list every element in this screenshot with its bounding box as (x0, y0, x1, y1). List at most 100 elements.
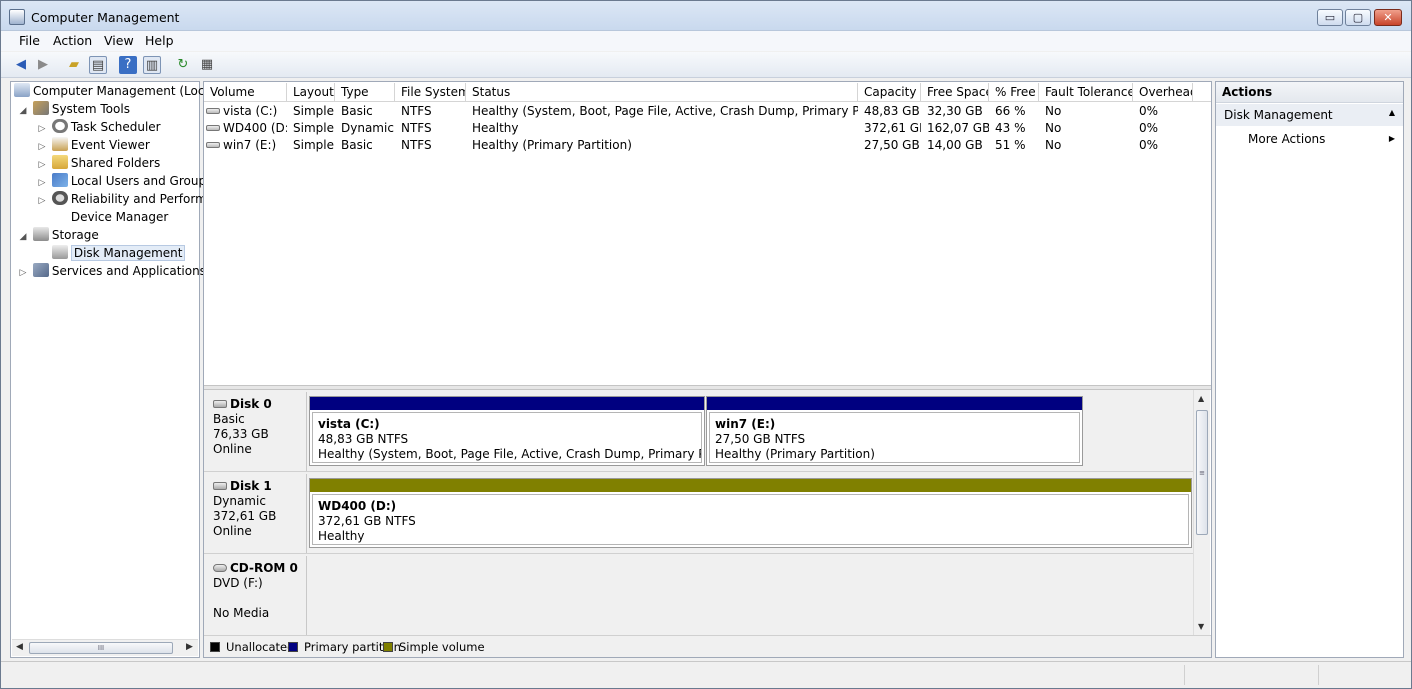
tree-item-system-tools[interactable]: ◢ System Tools (17, 101, 130, 118)
partition-area: WD400 (D:) 372,61 GB NTFS Healthy (308, 474, 1194, 553)
refresh-icon[interactable]: ↻ (174, 56, 192, 74)
navigation-tree: Computer Management (Local ◢ System Tool… (10, 81, 215, 658)
overhead-cell: 0% (1139, 104, 1159, 118)
partition-color-bar (310, 397, 704, 410)
tree-item-services-applications[interactable]: ▷ Services and Applications (17, 263, 206, 280)
column-percent-free[interactable]: % Free (989, 83, 1039, 102)
minimize-button[interactable]: ▭ (1317, 9, 1343, 26)
capacity-cell: 48,83 GB (864, 104, 920, 118)
partition-win7[interactable]: win7 (E:) 27,50 GB NTFS Healthy (Primary… (706, 396, 1083, 466)
scroll-right-arrow-icon[interactable]: ▶ (186, 642, 193, 652)
expand-glyph[interactable]: ▷ (36, 193, 48, 210)
disk-label[interactable]: Disk 1 Dynamic 372,61 GB Online (204, 474, 307, 553)
column-capacity[interactable]: Capacity (858, 83, 921, 102)
legend-swatch (288, 642, 298, 652)
menu-action[interactable]: Action (53, 33, 92, 48)
forward-arrow-icon[interactable]: ▶ (34, 56, 52, 74)
column-layout[interactable]: Layout (287, 83, 335, 102)
partition-status: Healthy (Primary Partition) (715, 447, 875, 461)
tree-item-event-viewer[interactable]: ▷ Event Viewer (36, 137, 150, 154)
tree-item-storage[interactable]: ◢ Storage (17, 227, 99, 244)
column-status[interactable]: Status (466, 83, 858, 102)
disk-type: Dynamic (213, 494, 266, 508)
tree-item-shared-folders[interactable]: ▷ Shared Folders (36, 155, 160, 172)
actions-section-disk-management[interactable]: Disk Management ▲ (1216, 104, 1403, 126)
menu-file[interactable]: File (19, 33, 40, 48)
window-title: Computer Management (31, 10, 180, 25)
collapse-glyph[interactable]: ◢ (17, 229, 29, 246)
disk-row: Disk 1 Dynamic 372,61 GB Online WD400 (D… (204, 474, 1194, 554)
status-panel (1318, 665, 1411, 685)
partition-name: vista (C:) (318, 417, 380, 431)
column-volume[interactable]: Volume (204, 83, 287, 102)
graph-vertical-scrollbar[interactable]: ▲ ≡ ▼ (1193, 390, 1210, 635)
up-folder-icon[interactable]: ▰ (65, 56, 83, 74)
show-hide-tree-icon[interactable]: ▤ (89, 56, 107, 74)
tree-item-disk-management[interactable]: Disk Management (36, 245, 186, 262)
close-button[interactable]: ✕ (1374, 9, 1402, 26)
volume-cell: WD400 (D:) (204, 120, 287, 137)
users-icon (51, 173, 68, 187)
layout-cell: Simple (293, 104, 334, 118)
partition-color-bar (310, 479, 1191, 492)
expand-glyph[interactable]: ▷ (17, 265, 29, 282)
partition-size: 48,83 GB NTFS (318, 432, 409, 446)
partition-area: vista (C:) 48,83 GB NTFS Healthy (System… (308, 392, 1088, 471)
volume-row[interactable]: vista (C:) Simple Basic NTFS Healthy (Sy… (204, 103, 1211, 120)
collapse-glyph[interactable]: ◢ (17, 103, 29, 120)
partition-wd400[interactable]: WD400 (D:) 372,61 GB NTFS Healthy (309, 478, 1192, 548)
disk-graphical-view: Disk 0 Basic 76,33 GB Online vista (C:) … (204, 390, 1194, 635)
actions-pane: Actions Disk Management ▲ More Actions ▶ (1215, 81, 1404, 658)
clock-icon (51, 119, 68, 133)
menu-help[interactable]: Help (145, 33, 174, 48)
more-actions-item[interactable]: More Actions (1248, 132, 1325, 146)
collapse-arrow-icon[interactable]: ▲ (1389, 108, 1395, 117)
expand-glyph[interactable]: ▷ (36, 121, 48, 138)
title-bar[interactable]: Computer Management ▭ ▢ ✕ (1, 1, 1411, 31)
free-space-cell: 32,30 GB (927, 104, 983, 118)
overhead-cell: 0% (1139, 138, 1159, 152)
capacity-cell: 27,50 GB (864, 138, 920, 152)
menu-view[interactable]: View (104, 33, 134, 48)
expand-glyph[interactable]: ▷ (36, 139, 48, 156)
expand-glyph[interactable]: ▷ (36, 157, 48, 174)
disk-label[interactable]: Disk 0 Basic 76,33 GB Online (204, 392, 307, 471)
percent-free-cell: 66 % (995, 104, 1026, 118)
disk-label[interactable]: CD-ROM 0 DVD (F:) No Media (204, 556, 307, 635)
hard-disk-icon (213, 482, 227, 490)
column-fault-tolerance[interactable]: Fault Tolerance (1039, 83, 1133, 102)
expand-glyph[interactable]: ▷ (36, 175, 48, 192)
column-overhead[interactable]: Overhead (1133, 83, 1193, 102)
partition-vista[interactable]: vista (C:) 48,83 GB NTFS Healthy (System… (309, 396, 705, 466)
back-arrow-icon[interactable]: ◀ (12, 56, 30, 74)
properties-icon[interactable]: ▦ (198, 56, 216, 74)
maximize-button[interactable]: ▢ (1345, 9, 1371, 26)
status-cell: Healthy (System, Boot, Page File, Active… (472, 104, 858, 118)
scroll-thumb[interactable]: ≡ (1196, 410, 1208, 535)
partition-name: WD400 (D:) (318, 499, 397, 513)
show-hide-action-pane-icon[interactable]: ▥ (143, 56, 161, 74)
file-system-cell: NTFS (401, 121, 432, 135)
column-file-system[interactable]: File System (395, 83, 466, 102)
column-type[interactable]: Type (335, 83, 395, 102)
tree-item-reliability-performance[interactable]: ▷ Reliability and Performa (36, 191, 214, 208)
help-icon[interactable]: ? (119, 56, 137, 74)
scroll-down-arrow-icon[interactable]: ▼ (1198, 622, 1204, 631)
tree-item-device-manager[interactable]: Device Manager (36, 209, 168, 226)
legend-unallocated: Unallocated (210, 641, 294, 653)
partition-size: 27,50 GB NTFS (715, 432, 806, 446)
tree-root[interactable]: Computer Management (Local (14, 83, 215, 100)
scroll-thumb[interactable]: III (29, 642, 173, 654)
tree-item-task-scheduler[interactable]: ▷ Task Scheduler (36, 119, 161, 136)
column-free-space[interactable]: Free Space (921, 83, 989, 102)
disk-type: DVD (F:) (213, 576, 263, 590)
tree-item-local-users-groups[interactable]: ▷ Local Users and Groups (36, 173, 212, 190)
scroll-up-arrow-icon[interactable]: ▲ (1198, 394, 1204, 403)
tree-horizontal-scrollbar[interactable]: ◀ III ▶ (12, 639, 198, 656)
services-icon (32, 263, 49, 277)
scroll-left-arrow-icon[interactable]: ◀ (16, 642, 23, 652)
volume-row[interactable]: win7 (E:) Simple Basic NTFS Healthy (Pri… (204, 137, 1211, 154)
volume-row[interactable]: WD400 (D:) Simple Dynamic NTFS Healthy 3… (204, 120, 1211, 137)
device-manager-icon (52, 209, 68, 223)
event-log-icon (51, 137, 68, 151)
